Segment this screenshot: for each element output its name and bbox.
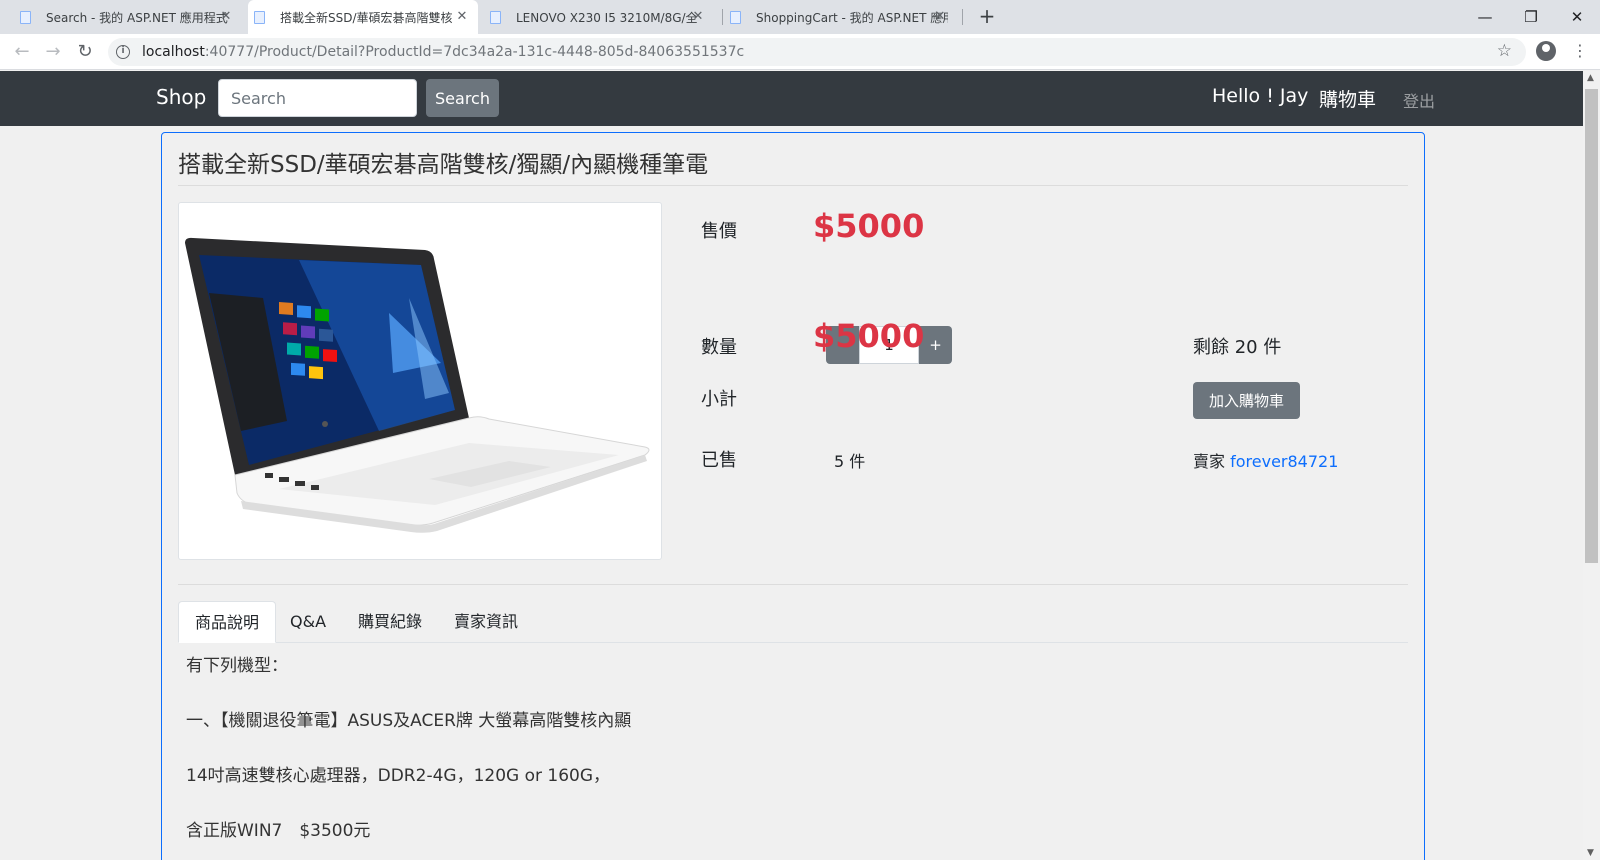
page-icon (254, 11, 265, 24)
restore-button[interactable]: ❐ (1508, 4, 1554, 30)
url-path: :40777/Product/Detail?ProductId=7dc34a2a… (204, 44, 745, 60)
logout-link[interactable]: 登出 (1403, 88, 1435, 112)
window-close-button[interactable]: ✕ (1554, 4, 1600, 30)
brand-link[interactable]: Shop (156, 85, 206, 109)
search-button[interactable]: Search (426, 79, 499, 117)
browser-tab-title: ShoppingCart - 我的 ASP.NET 應用程式 (756, 10, 948, 25)
scrollbar-thumb[interactable] (1585, 89, 1598, 563)
browser-menu-icon[interactable]: ⋮ (1572, 40, 1588, 62)
tab-purchase-history[interactable]: 購買紀錄 (342, 601, 438, 643)
scroll-up-icon[interactable]: ▲ (1587, 73, 1594, 83)
browser-tab-search[interactable]: Search - 我的 ASP.NET 應用程式 ✕ (14, 0, 242, 34)
back-icon[interactable]: ← (10, 40, 34, 64)
divider (178, 584, 1408, 585)
sold-count: 5 件 (834, 452, 866, 471)
url-text[interactable]: localhost:40777/Product/Detail?ProductId… (142, 44, 744, 60)
address-bar[interactable]: i localhost:40777/Product/Detail?Product… (108, 38, 1526, 66)
browser-tab-title: LENOVO X230 I5 3210M/8G/全 (516, 10, 698, 25)
tab-qa[interactable]: Q&A (274, 601, 342, 643)
cart-link[interactable]: 購物車 (1319, 85, 1376, 112)
user-greeting[interactable]: Hello ! Jay (1212, 85, 1308, 107)
description-line: 一、【機關退役筆電】ASUS及ACER牌 大螢幕高階雙核內顯 (186, 711, 632, 731)
site-navbar: Shop Search Hello ! Jay 購物車 登出 (0, 71, 1583, 126)
description-line: 有下列機型： (186, 656, 288, 676)
tab-separator (722, 9, 723, 25)
forward-icon[interactable]: → (41, 40, 65, 64)
close-icon[interactable]: ✕ (218, 9, 234, 25)
price-value: $5000 (813, 207, 925, 245)
seller-link[interactable]: forever84721 (1230, 452, 1338, 471)
close-icon[interactable]: ✕ (690, 9, 706, 25)
new-tab-button[interactable]: + (976, 6, 998, 28)
browser-tab-cart[interactable]: ShoppingCart - 我的 ASP.NET 應用程式 ✕ (724, 0, 956, 34)
product-title: 搭載全新SSD/華碩宏碁高階雙核/獨顯/內顯機種筆電 (178, 152, 709, 178)
browser-toolbar: ← → ↻ i localhost:40777/Product/Detail?P… (0, 34, 1600, 70)
stock-remaining: 剩餘 20 件 (1193, 337, 1282, 358)
reload-icon[interactable]: ↻ (73, 40, 97, 64)
page-scrollbar[interactable]: ▲ ▼ (1583, 71, 1600, 860)
site-info-icon[interactable]: i (116, 45, 130, 59)
page-icon (490, 11, 501, 24)
page-viewport: Shop Search Hello ! Jay 購物車 登出 搭載全新SSD/華… (0, 71, 1583, 860)
page-icon (730, 11, 741, 24)
product-description: 有下列機型： 一、【機關退役筆電】ASUS及ACER牌 大螢幕高階雙核內顯 14… (186, 653, 1386, 860)
quantity-label: 數量 (701, 337, 737, 358)
browser-tab-bar: Search - 我的 ASP.NET 應用程式 ✕ 搭載全新SSD/華碩宏碁高… (0, 0, 1600, 34)
page-icon (20, 11, 31, 24)
browser-tab-product[interactable]: 搭載全新SSD/華碩宏碁高階雙核 ✕ (248, 0, 478, 34)
product-image (178, 202, 662, 560)
browser-tab-lenovo[interactable]: LENOVO X230 I5 3210M/8G/全 ✕ (484, 0, 714, 34)
divider (178, 185, 1408, 186)
close-icon[interactable]: ✕ (932, 9, 948, 25)
laptop-image (185, 237, 650, 533)
browser-tab-title: 搭載全新SSD/華碩宏碁高階雙核 (280, 10, 453, 25)
description-line: 含正版WIN7 $3500元 (186, 821, 371, 841)
browser-tab-title: Search - 我的 ASP.NET 應用程式 (46, 10, 228, 25)
tab-description[interactable]: 商品說明 (178, 601, 277, 643)
close-icon[interactable]: ✕ (454, 9, 470, 25)
seller-info: 賣家 forever84721 (1193, 448, 1338, 472)
product-detail-tabs: 商品說明 Q&A 購買紀錄 賣家資訊 (178, 601, 1408, 643)
url-host: localhost (142, 44, 205, 60)
tab-separator (962, 9, 963, 25)
sold-label: 已售 (701, 450, 737, 471)
tab-seller-info[interactable]: 賣家資訊 (438, 601, 534, 643)
profile-avatar-icon[interactable] (1536, 41, 1556, 61)
search-input[interactable] (218, 79, 417, 117)
bookmark-star-icon[interactable]: ☆ (1497, 41, 1512, 61)
subtotal-value: $5000 (813, 317, 925, 355)
product-card: 搭載全新SSD/華碩宏碁高階雙核/獨顯/內顯機種筆電 售價 $5000 數量 -… (161, 132, 1425, 860)
seller-label: 賣家 (1193, 452, 1226, 471)
scroll-down-icon[interactable]: ▼ (1587, 848, 1594, 858)
subtotal-label: 小計 (701, 389, 737, 410)
add-to-cart-button[interactable]: 加入購物車 (1193, 382, 1300, 419)
description-line: 14吋高速雙核心處理器，DDR2-4G，120G or 160G， (186, 766, 611, 786)
price-label: 售價 (701, 221, 737, 242)
minimize-button[interactable]: — (1462, 4, 1508, 30)
